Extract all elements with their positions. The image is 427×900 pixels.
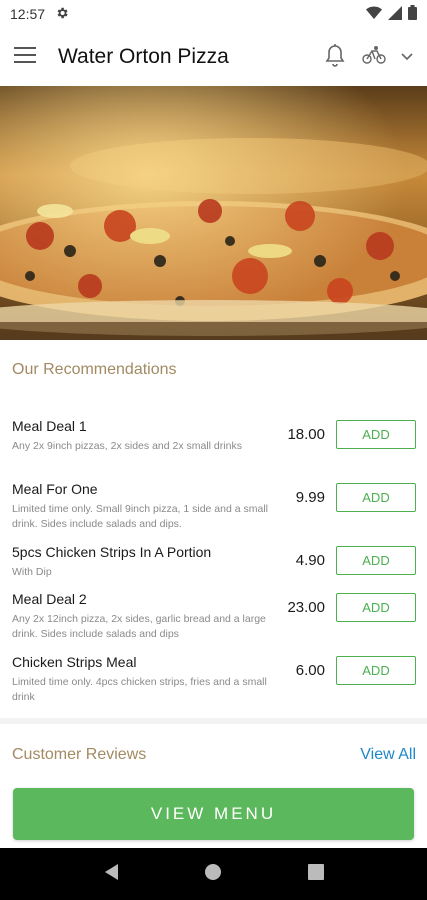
add-button[interactable]: ADD bbox=[336, 483, 416, 512]
battery-icon bbox=[408, 5, 417, 23]
bell-icon[interactable] bbox=[323, 42, 347, 73]
item-name: Chicken Strips Meal bbox=[12, 654, 137, 670]
status-time: 12:57 bbox=[10, 6, 46, 22]
section-divider bbox=[0, 718, 427, 724]
item-name: Meal Deal 1 bbox=[12, 418, 87, 434]
add-button[interactable]: ADD bbox=[336, 656, 416, 685]
item-price: 6.00 bbox=[295, 662, 325, 679]
item-price: 23.00 bbox=[287, 599, 325, 616]
item-name: Meal Deal 2 bbox=[12, 591, 87, 607]
item-price: 9.99 bbox=[295, 489, 325, 506]
item-name: Meal For One bbox=[12, 481, 98, 497]
profile-bikes-icon[interactable] bbox=[361, 45, 387, 70]
item-description: Limited time only. 4pcs chicken strips, … bbox=[12, 676, 267, 703]
add-button[interactable]: ADD bbox=[336, 420, 416, 449]
item-price: 18.00 bbox=[287, 426, 325, 443]
recents-icon[interactable] bbox=[308, 863, 325, 885]
view-all-link[interactable]: View All bbox=[360, 746, 416, 764]
wifi-icon bbox=[366, 6, 382, 23]
recommendations-title: Our Recommendations bbox=[12, 361, 177, 378]
item-name: 5pcs Chicken Strips In A Portion bbox=[12, 544, 212, 560]
add-button[interactable]: ADD bbox=[336, 546, 416, 575]
system-nav-bar bbox=[0, 848, 427, 900]
status-bar: 12:57 bbox=[0, 0, 427, 28]
reviews-title: Customer Reviews bbox=[12, 746, 147, 763]
item-description: With Dip bbox=[12, 566, 52, 578]
add-button[interactable]: ADD bbox=[336, 593, 416, 622]
chevron-down-icon[interactable] bbox=[401, 48, 413, 66]
home-icon[interactable] bbox=[204, 863, 222, 886]
app-title: Water Orton Pizza bbox=[58, 45, 229, 68]
item-description: Limited time only. Small 9inch pizza, 1 … bbox=[12, 503, 269, 530]
view-menu-button[interactable]: VIEW MENU bbox=[13, 788, 414, 840]
signal-icon bbox=[388, 5, 402, 23]
hero-pizza-image bbox=[0, 86, 427, 340]
app-bar: Water Orton Pizza bbox=[0, 28, 427, 86]
item-description: Any 2x 12inch pizza, 2x sides, garlic br… bbox=[12, 613, 266, 640]
menu-hamburger-icon[interactable] bbox=[14, 46, 36, 69]
settings-gear-icon bbox=[55, 6, 69, 23]
back-icon[interactable] bbox=[103, 863, 119, 886]
item-description: Any 2x 9inch pizzas, 2x sides and 2x sma… bbox=[12, 440, 242, 452]
item-price: 4.90 bbox=[295, 552, 325, 569]
